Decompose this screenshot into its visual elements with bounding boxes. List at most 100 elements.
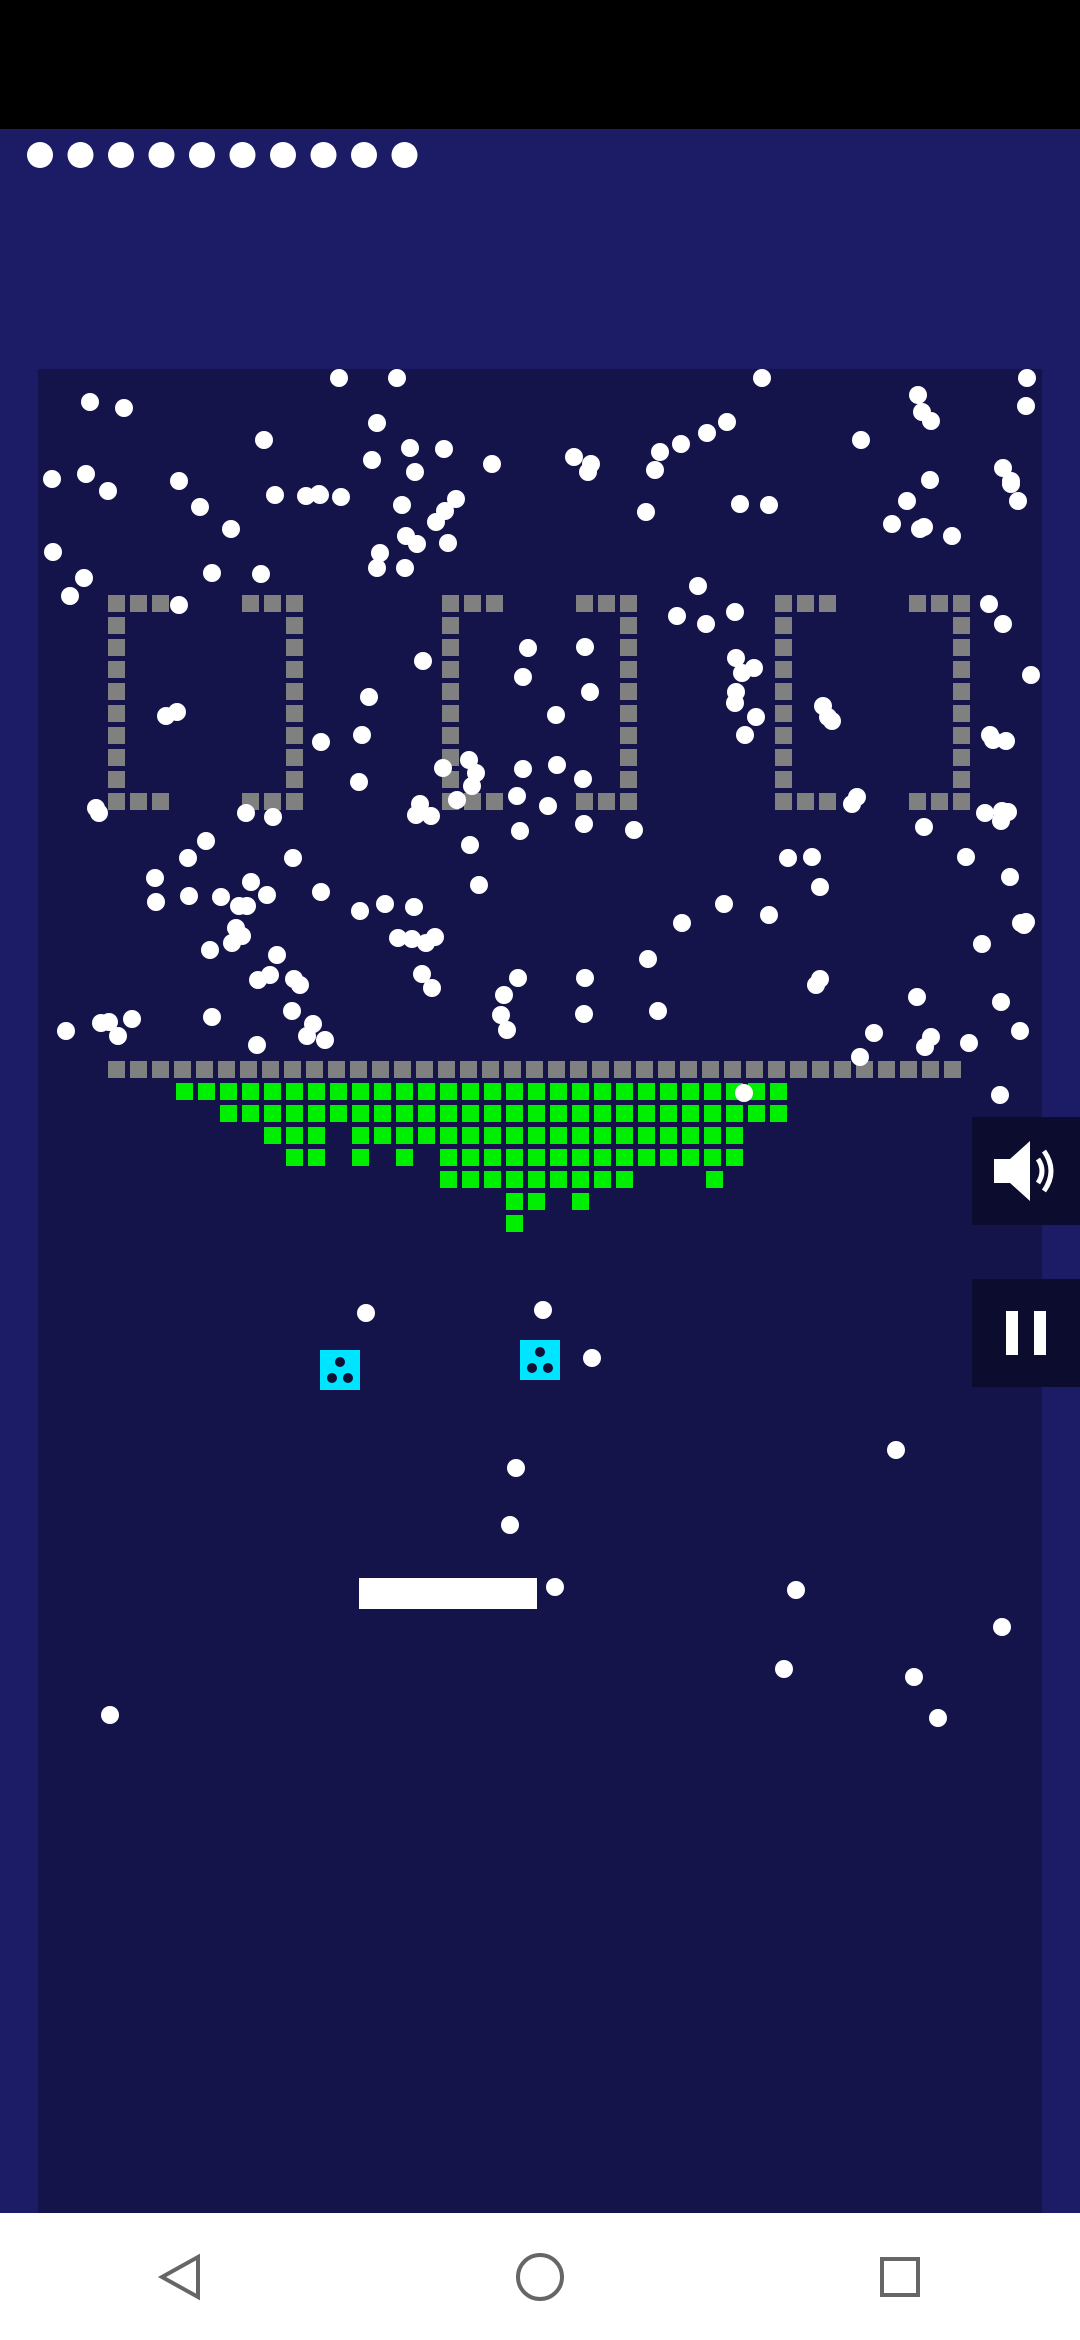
ball — [470, 876, 488, 894]
green-brick — [396, 1127, 413, 1144]
green-brick — [528, 1149, 545, 1166]
green-brick — [506, 1215, 523, 1232]
ball — [507, 1459, 525, 1477]
gray-brick — [620, 595, 637, 612]
green-brick — [660, 1127, 677, 1144]
green-brick — [704, 1127, 721, 1144]
ball — [1001, 868, 1019, 886]
game-canvas[interactable] — [0, 0, 1080, 2340]
ball — [548, 756, 566, 774]
green-brick — [682, 1127, 699, 1144]
green-brick — [308, 1149, 325, 1166]
ball — [915, 818, 933, 836]
ball — [311, 486, 329, 504]
ball — [460, 751, 478, 769]
ball — [439, 534, 457, 552]
gray-brick — [953, 683, 970, 700]
green-brick — [660, 1149, 677, 1166]
ball — [698, 424, 716, 442]
green-brick — [616, 1149, 633, 1166]
green-brick — [220, 1083, 237, 1100]
green-brick — [770, 1105, 787, 1122]
ball — [851, 1048, 869, 1066]
green-brick — [352, 1105, 369, 1122]
green-brick — [396, 1105, 413, 1122]
green-brick — [528, 1171, 545, 1188]
ball — [909, 386, 927, 404]
recents-button[interactable] — [840, 2217, 960, 2337]
gray-brick — [218, 1061, 235, 1078]
ball — [575, 815, 593, 833]
gray-brick — [286, 617, 303, 634]
ball — [760, 906, 778, 924]
ball — [539, 797, 557, 815]
green-brick — [726, 1105, 743, 1122]
sound-button[interactable] — [972, 1117, 1080, 1225]
game-screen — [0, 0, 1080, 2340]
ball — [546, 1578, 564, 1596]
life-dot — [270, 142, 296, 168]
green-brick — [396, 1149, 413, 1166]
green-brick — [198, 1083, 215, 1100]
ball — [823, 712, 841, 730]
gray-brick — [442, 661, 459, 678]
gray-brick — [834, 1061, 851, 1078]
pause-button[interactable] — [972, 1279, 1080, 1387]
gray-brick — [482, 1061, 499, 1078]
gray-brick — [306, 1061, 323, 1078]
green-brick — [506, 1171, 523, 1188]
green-brick — [594, 1105, 611, 1122]
green-brick — [594, 1083, 611, 1100]
green-brick — [528, 1105, 545, 1122]
gray-brick — [775, 705, 792, 722]
ball — [203, 564, 221, 582]
ball — [929, 1709, 947, 1727]
ball — [807, 976, 825, 994]
gray-brick — [108, 595, 125, 612]
gray-brick — [900, 1061, 917, 1078]
gray-brick — [909, 595, 926, 612]
ball — [673, 914, 691, 932]
ball — [179, 849, 197, 867]
gray-brick — [196, 1061, 213, 1078]
green-brick — [220, 1105, 237, 1122]
green-brick — [286, 1083, 303, 1100]
ball — [284, 849, 302, 867]
home-button[interactable] — [480, 2217, 600, 2337]
gray-brick — [442, 705, 459, 722]
gray-brick — [953, 705, 970, 722]
green-brick — [330, 1083, 347, 1100]
speaker-icon — [994, 1141, 1054, 1201]
green-brick — [594, 1171, 611, 1188]
gray-brick — [372, 1061, 389, 1078]
back-button[interactable] — [120, 2217, 240, 2337]
ball — [368, 559, 386, 577]
ball — [779, 849, 797, 867]
ball — [115, 399, 133, 417]
ball — [993, 1618, 1011, 1636]
ball — [330, 369, 348, 387]
gray-brick — [658, 1061, 675, 1078]
gray-brick — [598, 793, 615, 810]
ball — [283, 1002, 301, 1020]
ball — [745, 659, 763, 677]
green-brick — [616, 1083, 633, 1100]
green-brick — [706, 1171, 723, 1188]
green-brick — [440, 1171, 457, 1188]
ball — [61, 587, 79, 605]
ball — [81, 393, 99, 411]
gray-brick — [108, 683, 125, 700]
gray-brick — [724, 1061, 741, 1078]
green-brick — [528, 1193, 545, 1210]
ball — [57, 1022, 75, 1040]
ball — [905, 1668, 923, 1686]
gray-brick — [790, 1061, 807, 1078]
gray-brick — [746, 1061, 763, 1078]
ball — [689, 577, 707, 595]
ball — [401, 439, 419, 457]
ball — [747, 708, 765, 726]
ball — [266, 486, 284, 504]
gray-brick — [775, 639, 792, 656]
green-brick — [660, 1105, 677, 1122]
ball — [727, 649, 745, 667]
